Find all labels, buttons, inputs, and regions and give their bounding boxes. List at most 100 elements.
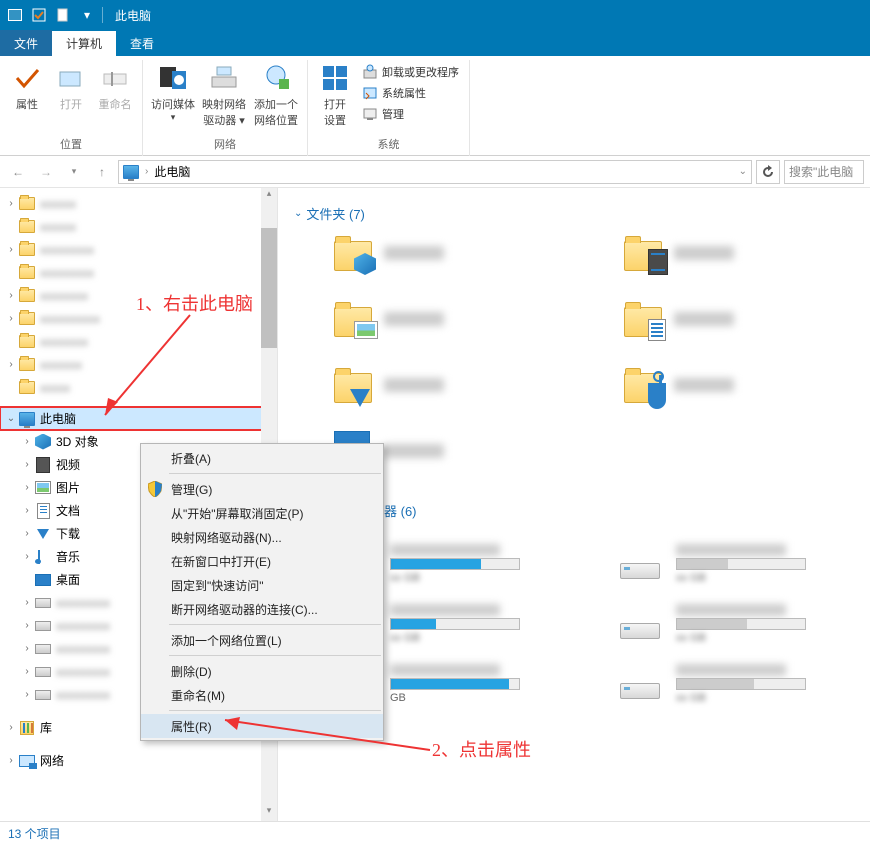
address-bar[interactable]: › 此电脑 ⌄ — [118, 160, 752, 184]
ctx-pin-quick[interactable]: 固定到"快速访问" — [141, 573, 383, 597]
ribbon-add-netloc[interactable]: 添加一个 网络位置 — [251, 60, 301, 128]
ribbon-system-small: 卸载或更改程序 系统属性 管理 — [358, 60, 463, 124]
folder-item[interactable] — [334, 233, 444, 273]
folder-item[interactable] — [624, 299, 734, 339]
chevron-down-icon[interactable]: ▾ — [76, 4, 98, 26]
tree-row[interactable]: ›xxxxxxxx — [0, 284, 277, 307]
ctx-manage[interactable]: 管理(G) — [141, 477, 383, 501]
ribbon-uninstall[interactable]: 卸载或更改程序 — [358, 62, 463, 82]
document-icon[interactable] — [52, 4, 74, 26]
chevron-down-icon[interactable]: ⌄ — [739, 166, 747, 177]
ribbon-label: 打开 — [60, 96, 82, 112]
ctx-collapse[interactable]: 折叠(A) — [141, 446, 383, 470]
tree-label: 库 — [40, 719, 52, 736]
separator — [169, 473, 381, 474]
folder-item[interactable] — [334, 299, 444, 339]
tree-row[interactable]: xxxxxxxxx — [0, 261, 277, 284]
expand-icon[interactable]: › — [4, 198, 18, 209]
map-drive-icon — [208, 62, 240, 94]
pc-icon — [4, 4, 26, 26]
ctx-disconnect-drive[interactable]: 断开网络驱动器的连接(C)... — [141, 597, 383, 621]
ribbon-open-settings[interactable]: 打开 设置 — [314, 60, 356, 128]
tree-label: 视频 — [56, 456, 80, 473]
folders-header[interactable]: ⌄ 文件夹 (7) — [294, 204, 854, 223]
tree-row[interactable]: ›xxxxxxxxx — [0, 238, 277, 261]
ribbon-manage[interactable]: 管理 — [358, 104, 463, 124]
ctx-unpin-start[interactable]: 从"开始"屏幕取消固定(P) — [141, 501, 383, 525]
search-placeholder: 搜索"此电脑 — [789, 163, 853, 180]
ctx-label: 在新窗口中打开(E) — [171, 553, 271, 570]
ctx-label: 添加一个网络位置(L) — [171, 632, 282, 649]
ribbon-open[interactable]: 打开 — [50, 60, 92, 112]
up-button[interactable]: ↑ — [90, 160, 114, 184]
ctx-label: 固定到"快速访问" — [171, 577, 264, 594]
ctx-properties[interactable]: 属性(R) — [141, 714, 383, 738]
shield-icon — [147, 481, 163, 497]
network-icon — [18, 752, 36, 770]
window-title: 此电脑 — [115, 7, 151, 24]
library-icon — [18, 719, 36, 737]
ribbon-map-drive[interactable]: 映射网络 驱动器 ▾ — [199, 60, 249, 128]
quick-access-toolbar: ▾ — [4, 4, 98, 26]
ctx-label: 折叠(A) — [171, 450, 211, 467]
folder-item[interactable] — [624, 365, 734, 405]
back-button[interactable]: ← — [6, 160, 30, 184]
ribbon-sysprops[interactable]: 系统属性 — [358, 83, 463, 103]
checkbox-icon[interactable] — [28, 4, 50, 26]
statusbar: 13 个项目 — [0, 821, 870, 845]
ctx-delete[interactable]: 删除(D) — [141, 659, 383, 683]
tree-label: 下载 — [56, 525, 80, 542]
ribbon-properties[interactable]: 属性 — [6, 60, 48, 112]
tab-computer[interactable]: 计算机 — [52, 30, 116, 56]
download-icon — [34, 525, 52, 543]
ribbon: 属性 打开 重命名 位置 访问媒体 — [0, 56, 870, 156]
tree-row[interactable]: ›xxxxxxxxxx — [0, 307, 277, 330]
ribbon-group-label: 位置 — [60, 134, 82, 156]
refresh-button[interactable] — [756, 160, 780, 184]
ctx-label: 从"开始"屏幕取消固定(P) — [171, 505, 304, 522]
ribbon-label: 访问媒体 — [151, 96, 195, 112]
ctx-add-net-location[interactable]: 添加一个网络位置(L) — [141, 628, 383, 652]
ctx-rename[interactable]: 重命名(M) — [141, 683, 383, 707]
ribbon-label: 系统属性 — [382, 85, 426, 101]
picture-icon — [34, 479, 52, 497]
tree-row[interactable]: xxxxxxxx — [0, 330, 277, 353]
ctx-open-new-window[interactable]: 在新窗口中打开(E) — [141, 549, 383, 573]
context-menu: 折叠(A) 管理(G) 从"开始"屏幕取消固定(P) 映射网络驱动器(N)...… — [140, 443, 384, 741]
tab-view[interactable]: 查看 — [116, 30, 168, 56]
tree-row[interactable]: ›xxxxxxx — [0, 353, 277, 376]
forward-button[interactable]: → — [34, 160, 58, 184]
section-title: 文件夹 (7) — [306, 204, 365, 223]
uninstall-icon — [362, 64, 378, 80]
ribbon-label: 映射网络 — [202, 96, 246, 112]
folder-item[interactable] — [334, 365, 444, 405]
address-path: 此电脑 — [154, 163, 190, 180]
tab-file[interactable]: 文件 — [0, 30, 52, 56]
search-box[interactable]: 搜索"此电脑 — [784, 160, 864, 184]
music-icon — [34, 548, 52, 566]
devices-header[interactable]: 器 (6) — [384, 501, 854, 520]
drive-item[interactable]: xx GB — [620, 544, 806, 584]
sysprops-icon — [362, 85, 378, 101]
recent-dropdown[interactable]: ▾ — [62, 160, 86, 184]
tree-network[interactable]: ›网络 — [0, 749, 277, 772]
ribbon-rename[interactable]: 重命名 — [94, 60, 136, 112]
manage-icon — [362, 106, 378, 122]
ctx-label: 属性(R) — [171, 718, 212, 735]
tree-row[interactable]: ›xxxxxx — [0, 192, 277, 215]
scrollbar-thumb[interactable] — [261, 228, 277, 348]
tree-row[interactable]: xxxxxx — [0, 215, 277, 238]
folder-item[interactable] — [624, 233, 734, 273]
drive-item[interactable]: xx GB — [620, 604, 806, 644]
expand-icon[interactable]: ⌄ — [4, 413, 18, 424]
drive-item[interactable]: xx GB — [620, 664, 806, 704]
pc-icon — [123, 165, 139, 179]
ctx-map-drive[interactable]: 映射网络驱动器(N)... — [141, 525, 383, 549]
tree-label: 桌面 — [56, 571, 80, 588]
folder-grid — [294, 233, 854, 471]
tree-row[interactable]: xxxxx — [0, 376, 277, 399]
separator — [169, 655, 381, 656]
tree-this-pc[interactable]: ⌄ 此电脑 — [0, 407, 277, 430]
ctx-label: 管理(G) — [171, 481, 212, 498]
ribbon-access-media[interactable]: 访问媒体 ▾ — [149, 60, 197, 123]
